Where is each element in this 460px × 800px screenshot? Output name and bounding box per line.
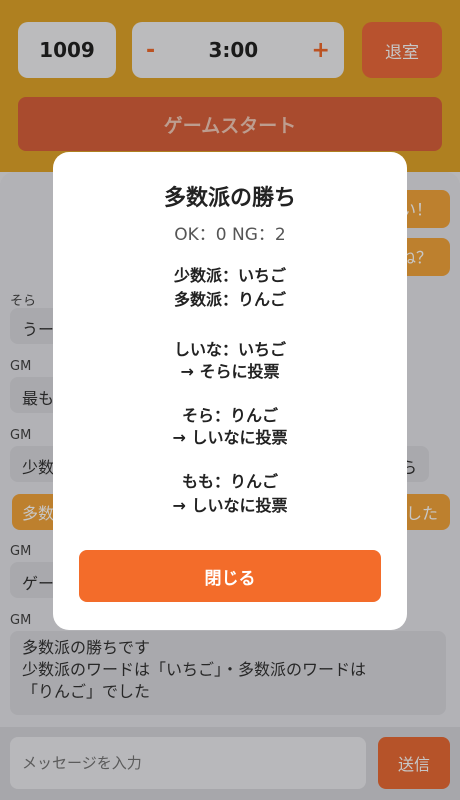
vote-score: OK：0 NG：2 <box>174 225 286 245</box>
player-word: もも：りんご <box>181 472 278 491</box>
player-vote: → しいなに投票 <box>172 496 288 515</box>
result-dialog: 多数派の勝ち OK：0 NG：2 少数派：いちご 多数派：りんご しいな：いちご… <box>53 152 407 630</box>
minority-word: 少数派：いちご <box>173 266 286 285</box>
player-word: しいな：いちご <box>173 340 286 359</box>
majority-word: 多数派：りんご <box>173 290 286 309</box>
player-vote: → そらに投票 <box>180 362 280 381</box>
player-word: そら：りんご <box>181 406 278 425</box>
close-button[interactable]: 閉じる <box>79 550 381 602</box>
player-vote: → しいなに投票 <box>172 428 288 447</box>
dialog-title: 多数派の勝ち <box>163 186 296 211</box>
